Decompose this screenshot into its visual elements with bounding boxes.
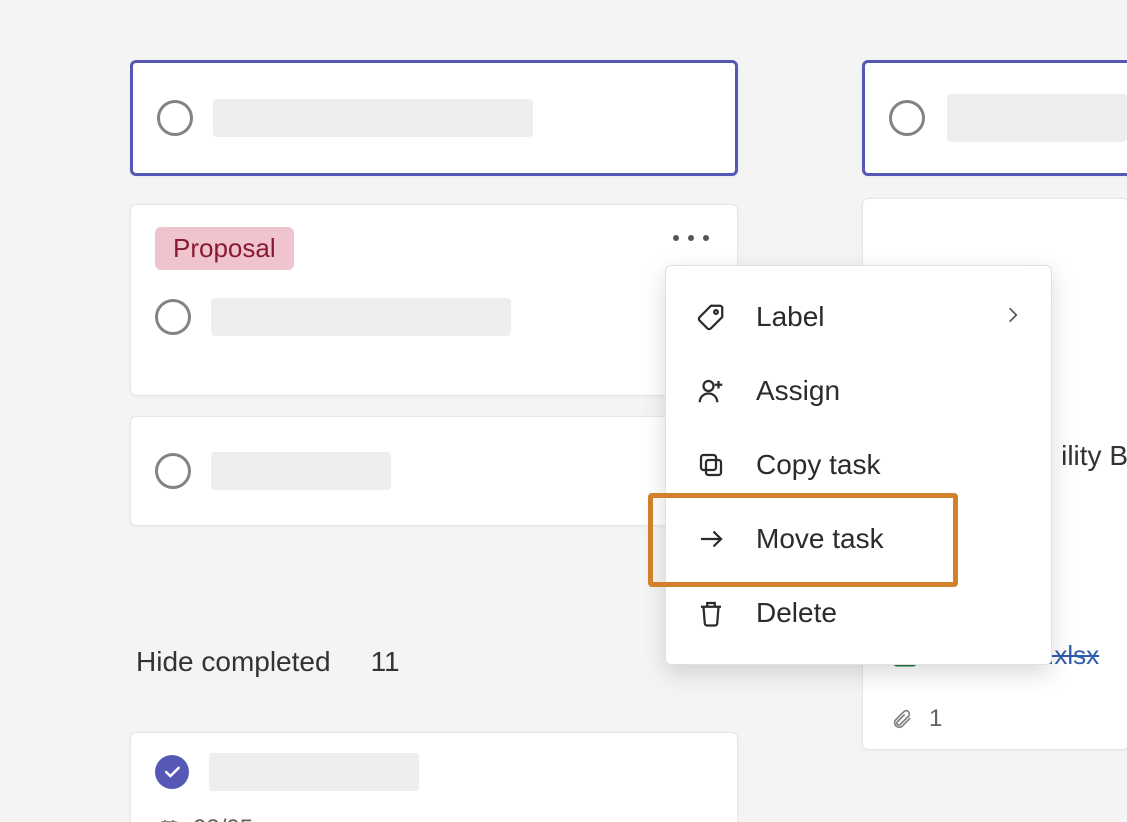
task-card-selected[interactable] (862, 60, 1127, 176)
menu-item-label[interactable]: Label (666, 280, 1051, 354)
trash-icon (694, 596, 728, 630)
arrow-right-icon (694, 522, 728, 556)
menu-item-assign[interactable]: Assign (666, 354, 1051, 428)
menu-item-text: Assign (756, 375, 840, 407)
task-title-redacted (213, 99, 533, 137)
task-title-redacted (211, 298, 511, 336)
menu-item-delete[interactable]: Delete (666, 576, 1051, 650)
calendar-icon (157, 817, 181, 822)
task-text-fragment: ility B (1061, 440, 1127, 472)
menu-item-text: Move task (756, 523, 884, 555)
hide-completed-toggle[interactable]: Hide completed 11 (130, 646, 738, 678)
completed-check-icon[interactable] (155, 755, 189, 789)
attachment-count: 1 (929, 705, 942, 733)
task-context-menu: Label Assign Copy task Move task Delete (665, 265, 1052, 665)
attachment-icon (891, 707, 913, 731)
assign-icon (694, 374, 728, 408)
complete-toggle-circle[interactable] (155, 453, 191, 489)
task-card-selected[interactable] (130, 60, 738, 176)
menu-item-text: Label (756, 301, 825, 333)
task-card-proposal[interactable]: Proposal (130, 204, 738, 396)
task-card[interactable] (130, 416, 738, 526)
complete-toggle-circle[interactable] (155, 299, 191, 335)
task-title-redacted (209, 753, 419, 791)
menu-item-text: Copy task (756, 449, 881, 481)
task-label-tag[interactable]: Proposal (155, 227, 294, 270)
complete-toggle-circle[interactable] (157, 100, 193, 136)
hide-completed-label: Hide completed (136, 646, 331, 678)
copy-icon (694, 448, 728, 482)
hide-completed-count: 11 (371, 646, 400, 678)
chevron-right-icon (1003, 301, 1023, 333)
more-options-button[interactable] (673, 235, 709, 241)
task-title-redacted (947, 94, 1127, 142)
task-due-date: 03/05 (193, 815, 253, 822)
task-title-redacted (211, 452, 391, 490)
menu-item-text: Delete (756, 597, 837, 629)
complete-toggle-circle[interactable] (889, 100, 925, 136)
label-icon (694, 300, 728, 334)
task-card-completed[interactable]: 03/05 (130, 732, 738, 822)
menu-item-copy[interactable]: Copy task (666, 428, 1051, 502)
menu-item-move[interactable]: Move task (666, 502, 1051, 576)
